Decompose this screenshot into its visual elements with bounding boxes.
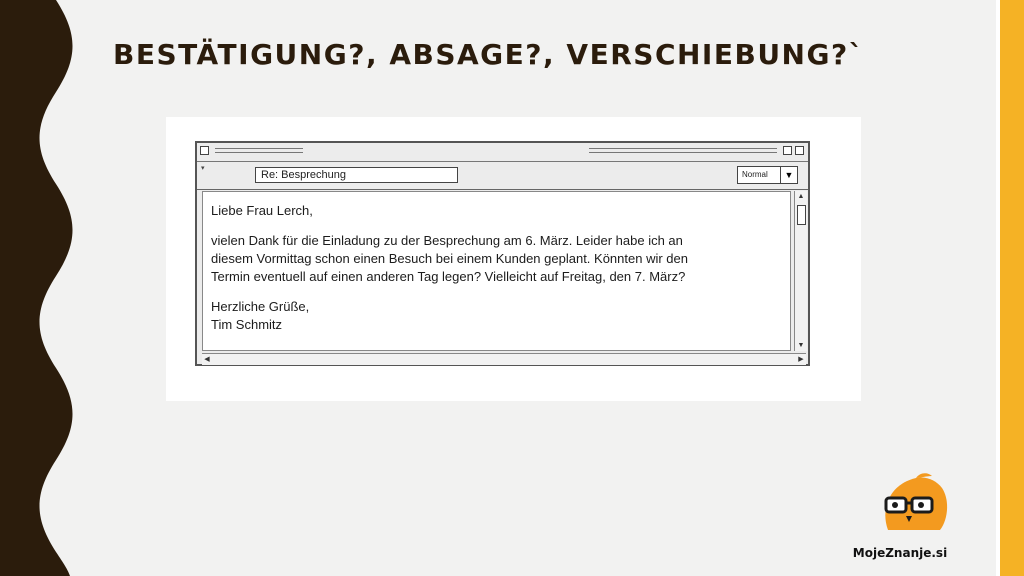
scroll-left-icon[interactable]: ◀ <box>202 354 212 365</box>
email-toolbar: ▾ Re: Besprechung Normal ▼ <box>197 161 808 190</box>
email-body-line: Termin eventuell auf einen anderen Tag l… <box>211 269 686 284</box>
slide-title: BESTÄTIGUNG?, ABSAGE?, VERSCHIEBUNG?` <box>113 38 865 71</box>
email-greeting: Liebe Frau Lerch, <box>211 203 313 218</box>
email-body-line: vielen Dank für die Einladung zu der Bes… <box>211 233 683 248</box>
right-accent-bar <box>1000 0 1024 576</box>
style-select-value: Normal <box>742 170 768 179</box>
glasses-mascot-icon <box>884 473 948 530</box>
email-window: ▾ Re: Besprechung Normal ▼ Liebe Frau Le… <box>195 141 810 366</box>
email-closing: Herzliche Grüße, <box>211 299 310 314</box>
window-close-icon[interactable] <box>200 146 209 155</box>
style-select[interactable]: Normal ▼ <box>737 166 798 184</box>
window-zoom-icon[interactable] <box>783 146 792 155</box>
scroll-down-icon[interactable]: ▼ <box>795 340 807 351</box>
email-screenshot: ▾ Re: Besprechung Normal ▼ Liebe Frau Le… <box>166 117 861 401</box>
email-body[interactable]: Liebe Frau Lerch, vielen Dank für die Ei… <box>202 191 791 351</box>
scroll-up-icon[interactable]: ▲ <box>795 191 807 202</box>
scroll-thumb[interactable] <box>797 205 806 225</box>
title-grip <box>589 148 777 149</box>
email-body-line: diesem Vormittag schon einen Besuch bei … <box>211 251 688 266</box>
left-wavy-band <box>0 0 73 576</box>
brand-name: MojeZnanje.si <box>852 546 948 560</box>
title-grip <box>215 148 303 149</box>
vertical-scrollbar[interactable]: ▲ ▼ <box>794 191 807 351</box>
window-title-bar[interactable] <box>197 143 808 162</box>
chevron-down-icon[interactable]: ▼ <box>780 167 797 183</box>
toolbar-toggle-icon[interactable]: ▾ <box>201 164 205 172</box>
window-collapse-icon[interactable] <box>795 146 804 155</box>
scroll-right-icon[interactable]: ▶ <box>796 354 806 365</box>
horizontal-scrollbar[interactable]: ◀ ▶ <box>202 353 806 365</box>
title-grip <box>589 152 777 153</box>
subject-field[interactable]: Re: Besprechung <box>255 167 458 183</box>
title-grip <box>215 152 303 153</box>
email-signature: Tim Schmitz <box>211 317 283 332</box>
